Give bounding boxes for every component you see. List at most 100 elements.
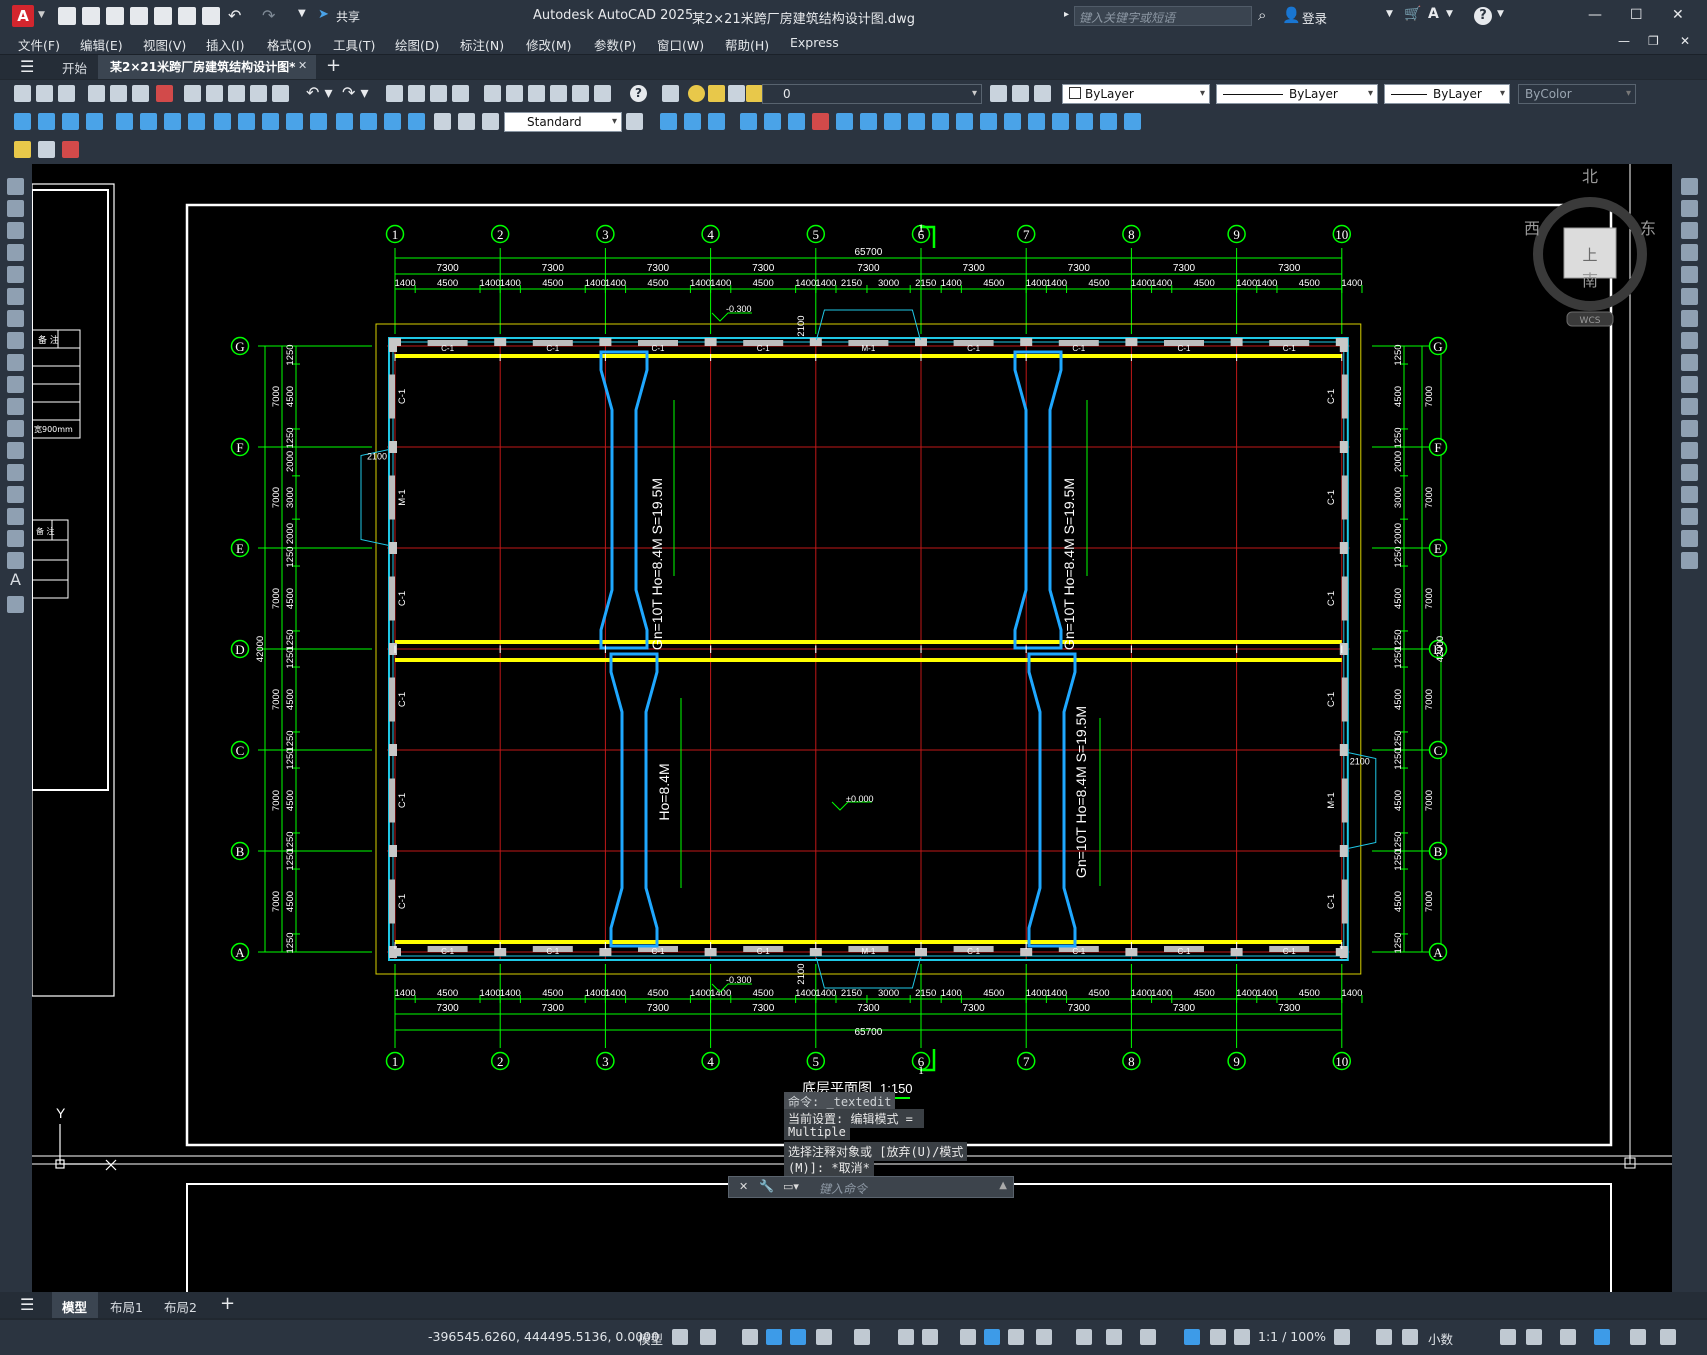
dimension-edit-icon[interactable] [434, 113, 451, 130]
layer-viewport-icon[interactable] [728, 85, 745, 102]
publish-icon[interactable] [132, 85, 149, 102]
doc-close-icon[interactable]: ✕ [1680, 34, 1690, 48]
ellipse-icon[interactable] [7, 376, 24, 393]
zoom-window-icon[interactable] [430, 85, 447, 102]
linetype-dropdown[interactable]: ByLayer ▾ [1216, 84, 1378, 104]
coordinates-readout[interactable]: -396545.6260, 444495.5136, 0.0000 [428, 1329, 659, 1344]
3d-box-icon[interactable] [660, 113, 677, 130]
menu-edit[interactable]: 编辑(E) [80, 35, 123, 54]
isodraft-icon[interactable] [854, 1329, 870, 1345]
tab-layout2[interactable]: 布局2 [158, 1292, 208, 1318]
rectangle-icon[interactable] [7, 266, 24, 283]
command-input-bar[interactable]: ✕ 🔧 ▭▾ 键入命令 ▲ [728, 1176, 1014, 1198]
3d-separate-icon[interactable] [908, 113, 925, 130]
3d-move-icon[interactable] [932, 113, 949, 130]
3d-thicken-icon[interactable] [812, 113, 829, 130]
clean-screen-icon[interactable] [1630, 1329, 1646, 1345]
polar-tracking-icon[interactable] [816, 1329, 832, 1345]
3d-presspull-icon[interactable] [764, 113, 781, 130]
mirror-icon[interactable] [1681, 222, 1698, 239]
add-selected-icon[interactable] [7, 596, 24, 613]
minimize-window-icon[interactable]: — [1588, 7, 1602, 23]
user-icon[interactable]: 👤 [1282, 6, 1301, 24]
array-icon[interactable] [1681, 266, 1698, 283]
auto-scale-icon[interactable] [1210, 1329, 1226, 1345]
break-icon[interactable] [1681, 442, 1698, 459]
center-mark-icon[interactable] [360, 113, 377, 130]
trim-icon[interactable] [1681, 376, 1698, 393]
annotation-visibility-icon[interactable] [1184, 1329, 1200, 1345]
quick-dimension-icon[interactable] [214, 113, 231, 130]
save-icon[interactable] [58, 85, 75, 102]
spline-icon[interactable] [7, 354, 24, 371]
autodesk-dropdown-icon[interactable]: ▼ [1446, 9, 1453, 19]
ordinate-dimension-icon[interactable] [86, 113, 103, 130]
3d-slice-icon[interactable] [788, 113, 805, 130]
color-dropdown[interactable]: ByLayer ▾ [1062, 84, 1210, 104]
blend-curves-icon[interactable] [1681, 530, 1698, 547]
tab-close-icon[interactable]: ✕ [298, 59, 307, 72]
redo-icon[interactable]: ↷ [262, 6, 275, 25]
login-dropdown-icon[interactable]: ▼ [1386, 9, 1393, 19]
quick-access-dropdown-icon[interactable]: ▼ [298, 8, 306, 19]
calculator-icon[interactable] [594, 85, 611, 102]
tab-start[interactable]: 开始 [48, 55, 96, 79]
object-snap-icon[interactable] [922, 1329, 938, 1345]
3d-extrude-icon[interactable] [740, 113, 757, 130]
diameter-dimension-icon[interactable] [164, 113, 181, 130]
viewcube-south[interactable]: 南 [1582, 271, 1598, 290]
arc-length-icon[interactable] [62, 113, 79, 130]
lineweight-dropdown[interactable]: ByLayer ▾ [1384, 84, 1510, 104]
angular-dimension-icon[interactable] [188, 113, 205, 130]
line-icon[interactable] [7, 178, 24, 195]
annotation-scale-value[interactable]: 1:1 / 100% [1258, 1329, 1326, 1344]
3d-section-icon[interactable] [1052, 113, 1069, 130]
share-button[interactable]: 共享 [336, 8, 360, 25]
maximize-window-icon[interactable]: ☐ [1630, 7, 1643, 23]
point-icon[interactable] [7, 464, 24, 481]
chevron-down-icon[interactable]: ▼ [38, 10, 45, 20]
layer-previous-icon[interactable] [1012, 85, 1029, 102]
undo-icon[interactable]: ↶ ▾ [306, 83, 333, 102]
layer-lock-icon[interactable] [746, 85, 763, 102]
snap-icon[interactable] [700, 1329, 716, 1345]
search-input[interactable]: 键入关键字或短语 [1074, 6, 1252, 26]
new-tab-icon[interactable]: + [326, 55, 341, 76]
text-find-icon[interactable] [38, 141, 55, 158]
menu-file[interactable]: 文件(F) [18, 35, 60, 54]
viewcube-east[interactable]: 东 [1640, 219, 1656, 238]
tab-layout1[interactable]: 布局1 [104, 1292, 154, 1318]
plot-icon[interactable] [178, 7, 196, 25]
command-close-icon[interactable]: ✕ [739, 1180, 748, 1193]
help-dropdown-icon[interactable]: ▼ [1497, 9, 1504, 19]
linear-dimension-icon[interactable] [14, 113, 31, 130]
zoom-realtime-icon[interactable] [408, 85, 425, 102]
cut-icon[interactable] [184, 85, 201, 102]
lock-ui-icon[interactable] [1526, 1329, 1542, 1345]
menu-parametric[interactable]: 参数(P) [594, 35, 636, 54]
match-properties-icon[interactable] [250, 85, 267, 102]
copy-object-icon[interactable] [1681, 200, 1698, 217]
dynamic-ucs-icon[interactable] [1076, 1329, 1092, 1345]
3d-fillet-icon[interactable] [860, 113, 877, 130]
infer-constraints-icon[interactable] [742, 1329, 758, 1345]
radius-dimension-icon[interactable] [116, 113, 133, 130]
layer-states-icon[interactable] [1034, 85, 1051, 102]
units-value[interactable]: 小数 [1428, 1329, 1453, 1348]
customization-icon[interactable] [1660, 1329, 1676, 1345]
menu-dimension[interactable]: 标注(N) [460, 35, 504, 54]
offset-icon[interactable] [1681, 244, 1698, 261]
autocad-logo-icon[interactable]: A [12, 5, 34, 27]
tool-palettes-icon[interactable] [528, 85, 545, 102]
arc-icon[interactable] [7, 288, 24, 305]
viewcube[interactable] [1533, 197, 1647, 327]
close-window-icon[interactable]: ✕ [1672, 7, 1684, 23]
new-file-icon[interactable] [58, 7, 76, 25]
insert-block-icon[interactable] [7, 420, 24, 437]
graphics-performance-icon[interactable] [1594, 1329, 1610, 1345]
3d-shell-icon[interactable] [836, 113, 853, 130]
plotstyle-dropdown[interactable]: ByColor ▾ [1518, 84, 1636, 104]
hamburger-menu-icon[interactable]: ☰ [20, 57, 34, 76]
circle-icon[interactable] [7, 310, 24, 327]
lineweight-icon[interactable] [960, 1329, 976, 1345]
